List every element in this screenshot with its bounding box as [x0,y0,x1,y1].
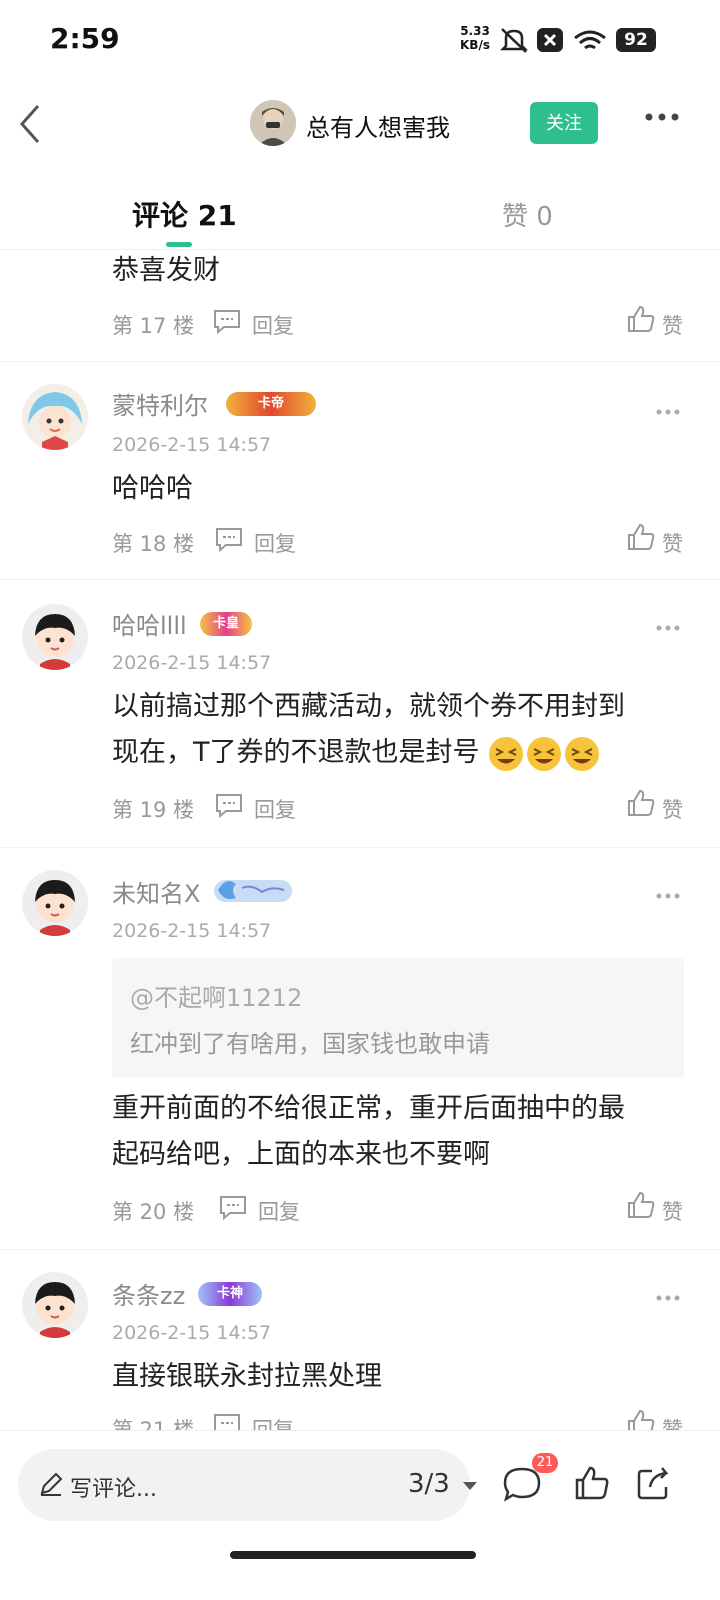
network-speed: 5.33 KB/s [460,24,490,52]
commenter-avatar[interactable] [22,384,88,450]
comment-item: 哈哈llll 卡皇 2026-2-15 14:57 以前搞过那个西藏活动，就领个… [0,580,720,848]
level-badge: 卡帝 [226,392,316,416]
commenter-avatar[interactable] [22,604,88,670]
quoted-comment[interactable]: @不起啊11212 红冲到了有啥用，国家钱也敢申请 [112,958,684,1078]
thumbs-up-icon [628,789,655,816]
floor-number: 第 18 楼 [112,532,195,556]
battery-indicator: 92 [616,28,656,52]
comment-list: 恭喜发财 第 17 楼 回复 赞 蒙特利尔 卡帝 2026-2-15 14:57 [0,250,720,1430]
thumbs-up-icon [628,305,655,332]
more-options-icon[interactable] [644,112,680,122]
wifi-icon [574,30,606,50]
pen-icon [40,1472,63,1496]
comment-more-icon[interactable] [656,1294,680,1302]
quoted-user[interactable]: @不起啊11212 [130,978,302,1013]
network-speed-unit: KB/s [460,38,490,52]
laughing-emoji-icon [489,736,600,771]
comment-date: 2026-2-15 14:57 [112,920,272,942]
floor-number: 第 20 楼 [112,1200,195,1224]
reply-icon [214,310,240,334]
chevron-down-icon[interactable] [462,1481,478,1491]
comment-placeholder[interactable]: 写评论... [70,1471,157,1503]
comment-date: 2026-2-15 14:57 [112,652,272,674]
level-badge: 卡皇 [200,612,252,636]
comment-input[interactable]: 写评论... 3/3 [18,1449,477,1521]
thumbs-up-icon [628,1409,655,1430]
floor-number: 第 17 楼 [112,314,195,338]
comment-text: 直接银联永封拉黑处理 [112,1361,382,1392]
mute-icon [499,28,529,53]
reply-icon [216,794,242,818]
commenter-name[interactable]: 哈哈llll [112,606,187,641]
reply-icon [220,1196,246,1220]
thumbs-up-icon [628,1191,655,1218]
thumbs-up-icon[interactable] [574,1465,610,1501]
status-time: 2:59 [50,22,120,55]
tab-bar: 评论 21 赞 0 [0,180,720,250]
quoted-text: 红冲到了有啥用，国家钱也敢申请 [130,1030,490,1058]
close-box-icon [537,28,563,52]
comment-item: 条条zz 卡神 2026-2-15 14:57 直接银联永封拉黑处理 第 21 … [0,1250,720,1430]
comment-item: 蒙特利尔 卡帝 2026-2-15 14:57 哈哈哈 第 18 楼 回复 赞 [0,362,720,580]
bottom-action-bar: 写评论... 3/3 21 [0,1430,720,1600]
comment-text: 重开前面的不给很正常，重开后面抽中的最 [112,1093,625,1124]
comment-date: 2026-2-15 14:57 [112,434,272,456]
follow-button[interactable]: 关注 [530,102,598,144]
decorative-badge-icon [214,880,292,902]
comment-count-badge: 21 [532,1453,558,1473]
commenter-name[interactable]: 未知名X [112,874,200,909]
network-speed-value: 5.33 [460,24,490,38]
share-icon[interactable] [636,1465,674,1501]
thumbs-up-icon [628,523,655,550]
comment-more-icon[interactable] [656,408,680,416]
commenter-name[interactable]: 条条zz [112,1276,185,1311]
status-bar: 2:59 5.33 KB/s 92 [0,0,720,84]
back-arrow-icon[interactable] [16,102,44,146]
page-indicator[interactable]: 3/3 [408,1469,450,1499]
comment-more-icon[interactable] [656,624,680,632]
comment-text: 哈哈哈 [112,473,193,504]
reply-icon [216,528,242,552]
active-tab-indicator [166,242,192,247]
floor-number: 第 19 楼 [112,798,195,822]
home-indicator [230,1551,476,1559]
top-nav: 总有人想害我 关注 [0,90,720,158]
commenter-avatar[interactable] [22,870,88,936]
comment-text: 恭喜发财 [112,255,220,286]
author-avatar[interactable] [250,100,296,146]
tab-comments[interactable]: 评论 21 [132,194,237,234]
comment-text-line2: 现在，T了券的不退款也是封号 [112,730,692,776]
comment-item: 未知名X 2026-2-15 14:57 @不起啊11212 红冲到了有啥用，国… [0,848,720,1250]
level-badge: 卡神 [198,1282,262,1306]
comment-text: 以前搞过那个西藏活动，就领个券不用封到 [112,691,625,722]
author-name[interactable]: 总有人想害我 [306,108,450,143]
comment-item: 恭喜发财 第 17 楼 回复 赞 [0,250,720,362]
reply-icon [214,1414,240,1430]
floor-number: 第 21 楼 [112,1418,195,1430]
tab-likes[interactable]: 赞 0 [502,196,553,233]
commenter-name[interactable]: 蒙特利尔 [112,386,208,421]
comment-text-line2: 起码给吧，上面的本来也不要啊 [112,1139,490,1170]
comment-more-icon[interactable] [656,892,680,900]
commenter-avatar[interactable] [22,1272,88,1338]
comment-date: 2026-2-15 14:57 [112,1322,272,1344]
